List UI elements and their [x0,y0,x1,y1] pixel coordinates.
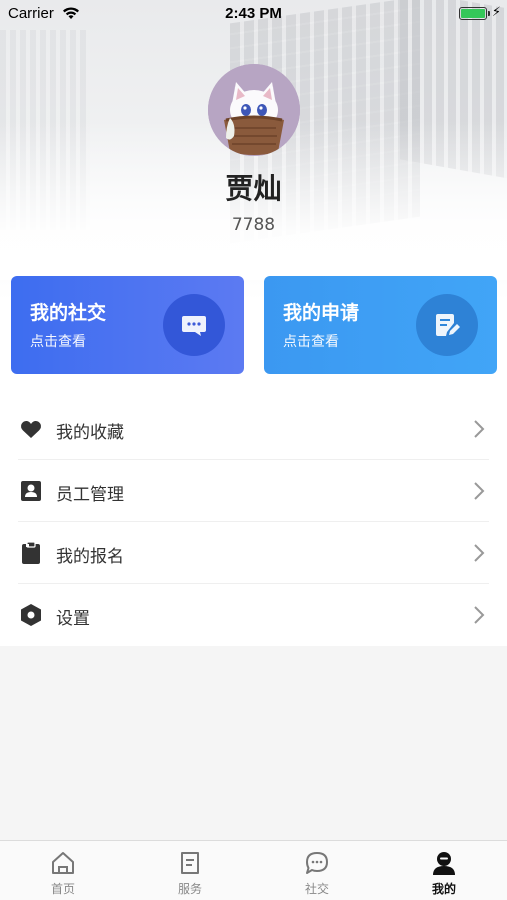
menu-item-label: 员工管理 [56,485,124,505]
menu-list: 我的收藏 员工管理 我的报名 设置 [0,398,507,646]
menu-item-staff-management[interactable]: 员工管理 [0,460,507,522]
chat-icon [304,850,330,876]
menu-item-label: 我的收藏 [56,423,124,443]
heart-icon [19,417,43,441]
tab-label: 社交 [304,882,329,896]
chevron-right-icon [473,419,485,439]
battery-icon [459,7,487,20]
menu-item-registrations[interactable]: 我的报名 [0,522,507,584]
hexagon-gear-icon [19,603,43,627]
user-name: 贾灿 [225,172,282,205]
chevron-right-icon [473,481,485,501]
tab-label: 服务 [177,882,202,896]
menu-item-settings[interactable]: 设置 [0,584,507,646]
card-title: 我的申请 [283,302,360,324]
charging-bolt-icon: ⚡ [491,5,501,20]
user-icon [431,850,457,876]
clock: 2:43 PM [225,5,282,22]
clipboard-icon [19,541,43,565]
menu-item-favorites[interactable]: 我的收藏 [0,398,507,460]
user-id: 7788 [231,215,276,235]
chat-bubble-icon [163,294,225,356]
card-title: 我的社交 [30,302,107,324]
menu-item-label: 设置 [56,609,90,629]
tab-services[interactable]: 服务 [127,841,253,900]
tab-bar: 首页 服务 社交 我的 [0,840,507,900]
status-bar: Carrier 2:43 PM ⚡ [0,0,507,28]
chevron-right-icon [473,605,485,625]
profile-screen: Carrier 2:43 PM ⚡ 贾灿 7788 我的社交 点击查看 我的申请… [0,0,507,900]
chevron-right-icon [473,543,485,563]
document-icon [177,850,203,876]
document-edit-icon [416,294,478,356]
tab-home[interactable]: 首页 [0,841,126,900]
tab-label: 首页 [50,882,75,896]
my-social-card[interactable]: 我的社交 点击查看 [11,276,244,374]
card-subtitle: 点击查看 [283,334,339,350]
tab-social[interactable]: 社交 [254,841,380,900]
my-application-card[interactable]: 我的申请 点击查看 [264,276,497,374]
tab-mine[interactable]: 我的 [381,841,507,900]
home-icon [50,850,76,876]
tab-label: 我的 [431,882,456,896]
id-card-icon [19,479,43,503]
menu-item-label: 我的报名 [56,547,124,567]
avatar[interactable] [208,64,300,156]
card-subtitle: 点击查看 [30,334,86,350]
battery-tip [488,11,490,16]
